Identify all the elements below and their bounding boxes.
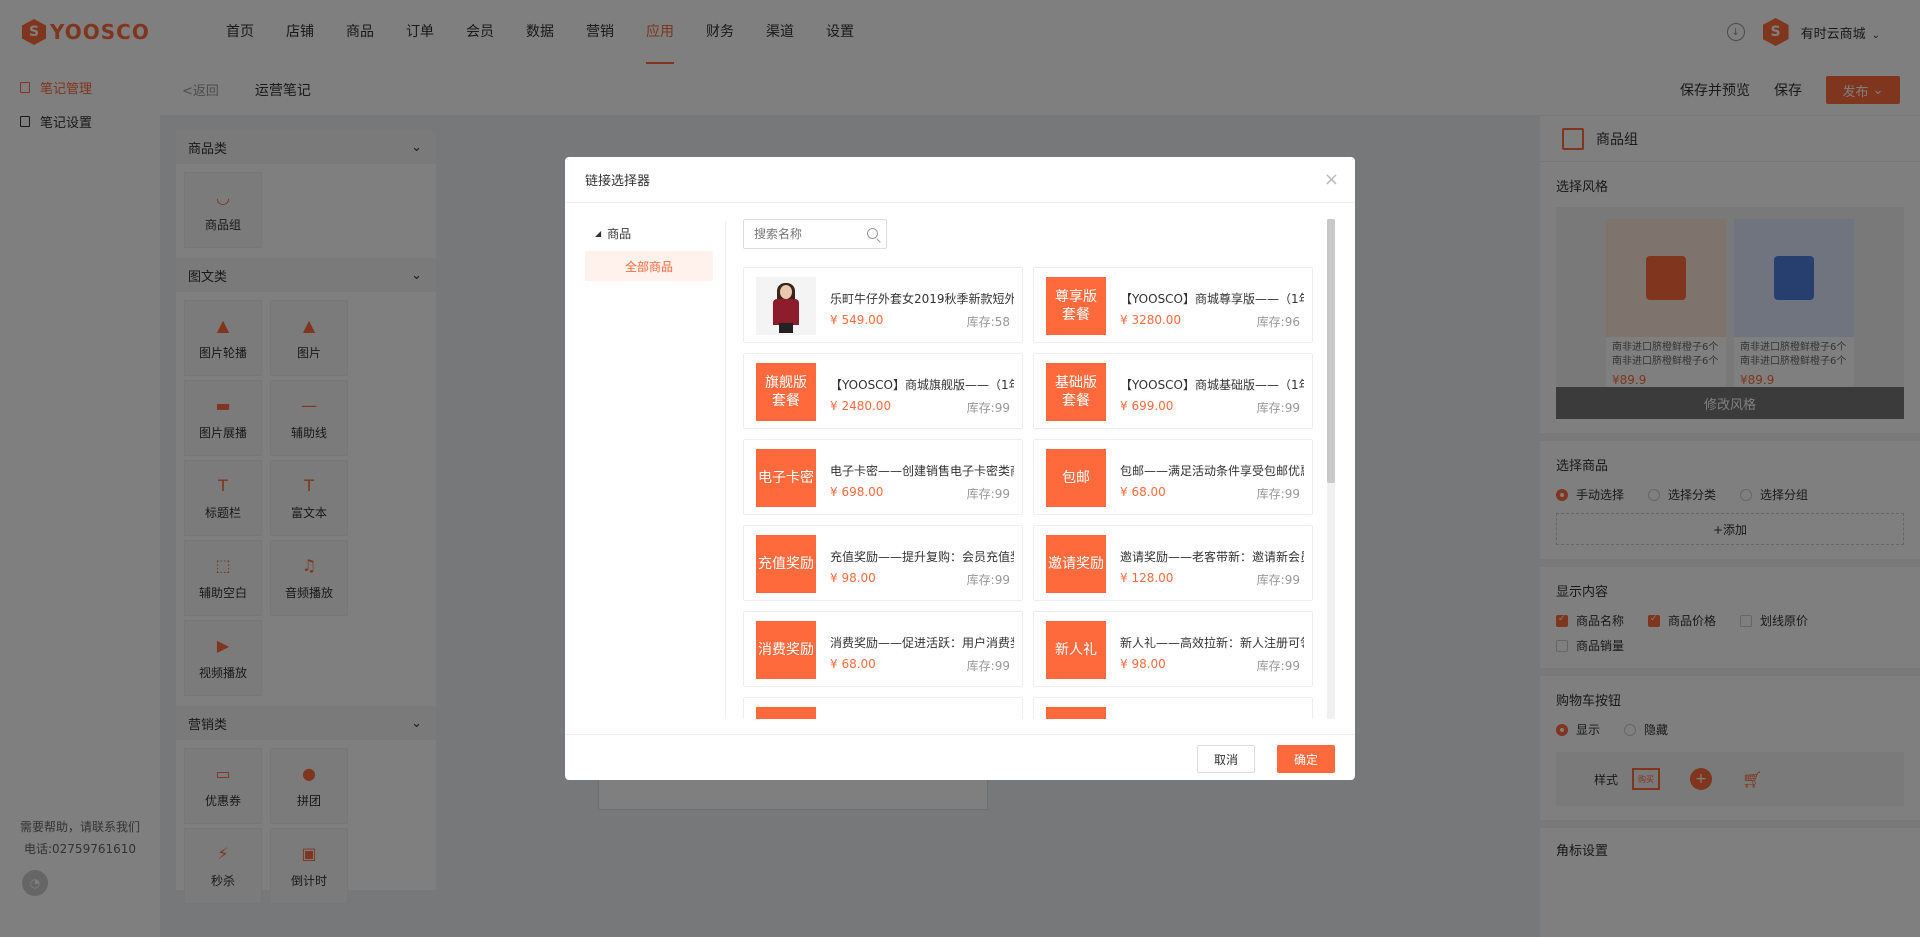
- product-card[interactable]: 包邮 包邮——满足活动条件享受包邮优惠 ¥ 68.00 库存:99: [1033, 439, 1313, 515]
- product-grid: 乐町牛仔外套女2019秋季新款短外套 ¥ 549.00 库存:58 尊享版 套餐 【YOO…: [743, 267, 1313, 719]
- modal-title: 链接选择器: [585, 174, 651, 189]
- thumb-text: 尊享版: [1055, 289, 1097, 305]
- product-stock: 库存:99: [966, 659, 1010, 673]
- product-card[interactable]: [1033, 697, 1313, 719]
- product-stock: 库存:99: [966, 401, 1010, 415]
- close-icon[interactable]: ×: [1324, 169, 1339, 190]
- tree-node-label: 商品: [607, 226, 632, 241]
- product-card[interactable]: 基础版 套餐 【YOOSCO】商城基础版——（1年） ¥ 699.00 库存:99: [1033, 353, 1313, 429]
- scrollbar-thumb[interactable]: [1327, 219, 1335, 483]
- cancel-button[interactable]: 取消: [1197, 745, 1255, 773]
- product-name: 【YOOSCO】商城基础版——（1年）: [1120, 378, 1304, 392]
- product-name: 邀请奖励——老客带新：邀请新会员: [1120, 550, 1304, 564]
- product-stock: 库存:99: [966, 573, 1010, 587]
- product-name: 新人礼——高效拉新：新人注册可领: [1120, 636, 1304, 650]
- product-stock: 库存:99: [1256, 487, 1300, 501]
- divider: [725, 221, 726, 719]
- product-price: ¥ 68.00: [1120, 485, 1166, 499]
- product-stock: 库存:99: [1256, 401, 1300, 415]
- model-photo: [763, 279, 809, 333]
- modal-footer: 取消 确定: [565, 734, 1355, 780]
- search-box: [743, 219, 887, 249]
- category-tree: ◢ 商品 全部商品: [585, 221, 713, 281]
- product-photo: [756, 277, 816, 335]
- tree-node-all-goods[interactable]: 全部商品: [585, 251, 713, 281]
- confirm-button[interactable]: 确定: [1277, 745, 1335, 773]
- product-name: 充值奖励——提升复购：会员充值奖励: [830, 550, 1014, 564]
- product-card[interactable]: 消费奖励 消费奖励——促进活跃：用户消费奖励 ¥ 68.00 库存:99: [743, 611, 1023, 687]
- thumb-text: 旗舰版: [765, 375, 807, 391]
- product-price: ¥ 98.00: [1120, 657, 1166, 671]
- product-price: ¥ 2480.00: [830, 399, 892, 413]
- tree-node-goods[interactable]: ◢ 商品: [585, 221, 713, 245]
- product-name: 乐町牛仔外套女2019秋季新款短外套: [830, 292, 1014, 306]
- product-thumb: 包邮: [1046, 449, 1106, 507]
- product-thumb: 充值奖励: [756, 535, 816, 593]
- search-icon[interactable]: [867, 228, 878, 239]
- product-thumb: 基础版 套餐: [1046, 363, 1106, 421]
- product-name: 【YOOSCO】商城尊享版——（1年）: [1120, 292, 1304, 306]
- product-thumb: [1046, 707, 1106, 719]
- product-name: 消费奖励——促进活跃：用户消费奖励: [830, 636, 1014, 650]
- link-selector-modal: 链接选择器 × ◢ 商品 全部商品 乐町牛仔外套女2019秋季新款短外套 ¥ 549…: [565, 157, 1355, 780]
- scrollbar[interactable]: [1327, 219, 1335, 719]
- product-stock: 库存:58: [966, 315, 1010, 329]
- product-price: ¥ 3280.00: [1120, 313, 1182, 327]
- thumb-text: 电子卡密: [758, 470, 814, 486]
- thumb-text: 邀请奖励: [1048, 556, 1104, 572]
- thumb-text: 套餐: [1062, 393, 1090, 409]
- product-name: 包邮——满足活动条件享受包邮优惠: [1120, 464, 1304, 478]
- product-thumb: [756, 707, 816, 719]
- product-card[interactable]: 邀请奖励 邀请奖励——老客带新：邀请新会员 ¥ 128.00 库存:99: [1033, 525, 1313, 601]
- product-name: 电子卡密——创建销售电子卡密类商品: [830, 464, 1014, 478]
- thumb-text: 套餐: [772, 393, 800, 409]
- modal-header: 链接选择器: [565, 157, 1355, 203]
- thumb-text: 消费奖励: [758, 642, 814, 658]
- product-price: ¥ 549.00: [830, 313, 884, 327]
- product-price: ¥ 128.00: [1120, 571, 1174, 585]
- search-input[interactable]: [754, 227, 854, 241]
- product-stock: 库存:99: [966, 487, 1010, 501]
- product-stock: 库存:99: [1256, 659, 1300, 673]
- product-price: ¥ 68.00: [830, 657, 876, 671]
- product-list: 乐町牛仔外套女2019秋季新款短外套 ¥ 549.00 库存:58 尊享版 套餐 【YOO…: [743, 267, 1313, 719]
- thumb-text: 新人礼: [1055, 642, 1097, 658]
- caret-icon: ◢: [595, 228, 602, 238]
- product-price: ¥ 698.00: [830, 485, 884, 499]
- thumb-text: 套餐: [1062, 307, 1090, 323]
- product-thumb: 尊享版 套餐: [1046, 277, 1106, 335]
- product-thumb: 邀请奖励: [1046, 535, 1106, 593]
- product-card[interactable]: 电子卡密 电子卡密——创建销售电子卡密类商品 ¥ 698.00 库存:99: [743, 439, 1023, 515]
- thumb-text: 充值奖励: [758, 556, 814, 572]
- product-thumb: 旗舰版 套餐: [756, 363, 816, 421]
- product-name: 【YOOSCO】商城旗舰版——（1年）: [830, 378, 1014, 392]
- product-stock: 库存:99: [1256, 573, 1300, 587]
- product-stock: 库存:96: [1256, 315, 1300, 329]
- product-price: ¥ 699.00: [1120, 399, 1174, 413]
- product-price: ¥ 98.00: [830, 571, 876, 585]
- product-card[interactable]: 旗舰版 套餐 【YOOSCO】商城旗舰版——（1年） ¥ 2480.00 库存:99: [743, 353, 1023, 429]
- product-card[interactable]: [743, 697, 1023, 719]
- thumb-text: 包邮: [1062, 470, 1090, 486]
- thumb-text: 基础版: [1055, 375, 1097, 391]
- product-card[interactable]: 乐町牛仔外套女2019秋季新款短外套 ¥ 549.00 库存:58: [743, 267, 1023, 343]
- product-thumb: 新人礼: [1046, 621, 1106, 679]
- product-card[interactable]: 充值奖励 充值奖励——提升复购：会员充值奖励 ¥ 98.00 库存:99: [743, 525, 1023, 601]
- product-thumb: 电子卡密: [756, 449, 816, 507]
- product-thumb: 消费奖励: [756, 621, 816, 679]
- product-card[interactable]: 尊享版 套餐 【YOOSCO】商城尊享版——（1年） ¥ 3280.00 库存:96: [1033, 267, 1313, 343]
- product-card[interactable]: 新人礼 新人礼——高效拉新：新人注册可领 ¥ 98.00 库存:99: [1033, 611, 1313, 687]
